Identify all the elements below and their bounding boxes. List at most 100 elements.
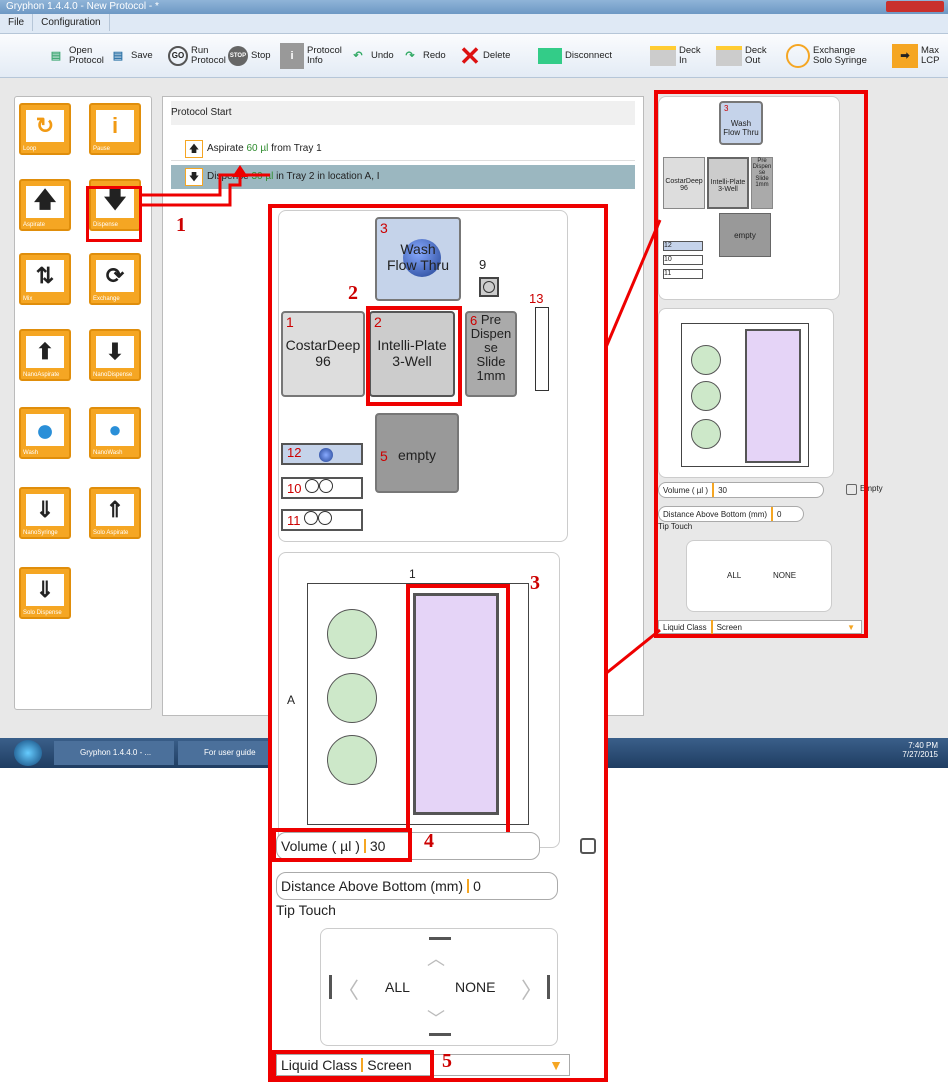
- open-label: Open Protocol: [69, 45, 104, 66]
- info-icon: i: [280, 43, 304, 69]
- zoom-lines: [602, 219, 662, 677]
- mix-icon: ⇅: [26, 260, 64, 292]
- tool-solo-dispense-label: Solo Dispense: [23, 610, 62, 616]
- menu-bar: File Configuration: [0, 14, 948, 34]
- run-label: Run Protocol: [191, 45, 226, 66]
- tool-exchange[interactable]: ⟳ Exchange: [89, 253, 141, 305]
- tool-aspirate-label: Aspirate: [23, 222, 46, 228]
- aspirate-icon: 🡅: [26, 186, 64, 218]
- tool-wash-label: Wash: [23, 450, 39, 456]
- tool-solo-dispense[interactable]: ⇓ Solo Dispense: [19, 567, 71, 619]
- toolbar: ▤ Open Protocol ▤ Save GO Run Protocol STOP…: [0, 34, 948, 78]
- stop-icon: STOP: [228, 46, 248, 66]
- taskbar-folder[interactable]: For user guide: [178, 741, 272, 765]
- nanodispense-icon: ⬇: [96, 336, 134, 368]
- loop-icon: ↻: [26, 110, 64, 142]
- redo-icon: ↷: [405, 50, 415, 62]
- tool-nanowash-label: NanoWash: [93, 450, 123, 456]
- menu-file[interactable]: File: [0, 14, 34, 31]
- callout-arrow: [142, 165, 270, 207]
- title-bar: Gryphon 1.4.4.0 - New Protocol - *: [0, 0, 948, 14]
- tool-nanowash[interactable]: ● NanoWash: [89, 407, 141, 459]
- open-icon: ▤: [50, 50, 62, 62]
- exchange-solo-button[interactable]: Exchange Solo Syringe: [786, 42, 867, 70]
- protocol-start: Protocol Start: [171, 101, 635, 125]
- tool-mix[interactable]: ⇅ Mix: [19, 253, 71, 305]
- deck-in-icon: [650, 46, 676, 66]
- tool-nanodispense[interactable]: ⬇ NanoDispense: [89, 329, 141, 381]
- redo-button[interactable]: ↷ Redo: [400, 42, 446, 70]
- nanoaspirate-icon: ⬆: [26, 336, 64, 368]
- run-protocol-button[interactable]: GO Run Protocol: [168, 42, 226, 70]
- redo-label: Redo: [423, 50, 446, 61]
- taskbar-gryphon[interactable]: Gryphon 1.4.4.0 - ...: [54, 741, 174, 765]
- clock: 7:40 PM 7/27/2015: [902, 741, 938, 759]
- tool-wash[interactable]: ● Wash: [19, 407, 71, 459]
- aspirate-volume: 60 µl: [246, 143, 269, 154]
- aspirate-post: from Tray 1: [268, 143, 322, 154]
- exchange-icon: [786, 44, 810, 68]
- save-button[interactable]: ▤ Save: [108, 42, 153, 70]
- tool-solo-aspirate[interactable]: ⇑ Solo Aspirate: [89, 487, 141, 539]
- start-button[interactable]: [14, 740, 42, 766]
- dispense-highlight-box: [86, 186, 142, 242]
- tool-pause[interactable]: i Pause: [89, 103, 141, 155]
- tool-loop-label: Loop: [23, 146, 37, 152]
- deck-in-button[interactable]: Deck In: [650, 42, 701, 70]
- tool-loop[interactable]: ↻ Loop: [19, 103, 71, 155]
- stop-label: Stop: [251, 50, 271, 61]
- go-icon: GO: [168, 46, 188, 66]
- max-lcp-icon: ➡: [892, 44, 918, 68]
- max-lcp-label: Max LCP: [921, 45, 940, 66]
- window-controls[interactable]: [886, 1, 944, 12]
- zoom-highlight-frame: [268, 204, 608, 1082]
- tool-nanodispense-label: NanoDispense: [93, 372, 133, 378]
- delete-label: Delete: [483, 50, 511, 61]
- tool-pause-label: Pause: [93, 146, 111, 152]
- deck-in-label: Deck In: [679, 45, 701, 66]
- open-protocol-button[interactable]: ▤ Open Protocol: [46, 42, 104, 70]
- stop-button[interactable]: STOP Stop: [228, 42, 271, 70]
- solo-dispense-icon: ⇓: [26, 574, 64, 606]
- pause-icon: i: [96, 110, 134, 142]
- callout-1: 1: [176, 214, 186, 236]
- tool-solo-aspirate-label: Solo Aspirate: [93, 530, 129, 536]
- aspirate-pre: Aspirate: [207, 143, 247, 154]
- tool-nanosyringe[interactable]: ⇓ NanoSyringe: [19, 487, 71, 539]
- tool-aspirate[interactable]: 🡅 Aspirate: [19, 179, 71, 231]
- tool-nanoaspirate[interactable]: ⬆ NanoAspirate: [19, 329, 71, 381]
- dispense-post: in Tray 2 in location A, I: [273, 171, 380, 182]
- undo-button[interactable]: ↶ Undo: [348, 42, 394, 70]
- window-title: Gryphon 1.4.4.0 - New Protocol - *: [6, 1, 159, 12]
- aspirate-step-icon: 🡅: [185, 140, 203, 158]
- undo-label: Undo: [371, 50, 394, 61]
- disconnect-button[interactable]: Disconnect: [538, 42, 612, 70]
- protocol-info-button[interactable]: i Protocol Info: [280, 42, 342, 70]
- wash-icon: ●: [26, 412, 64, 448]
- tool-nanosyringe-label: NanoSyringe: [23, 530, 58, 536]
- undo-icon: ↶: [353, 50, 363, 62]
- disconnect-icon: [538, 48, 562, 64]
- deck-out-icon: [716, 46, 742, 66]
- deck-out-label: Deck Out: [745, 45, 767, 66]
- max-lcp-button[interactable]: ➡ Max LCP: [892, 42, 939, 70]
- mini-highlight-box: [654, 90, 868, 638]
- save-icon: ▤: [112, 50, 124, 62]
- nanosyringe-icon: ⇓: [26, 494, 64, 526]
- delete-icon: ✕: [459, 41, 481, 71]
- step-aspirate[interactable]: 🡅 Aspirate 60 µl from Tray 1: [171, 137, 635, 161]
- clock-date: 7/27/2015: [902, 750, 938, 759]
- tool-mix-label: Mix: [23, 296, 33, 302]
- delete-button[interactable]: ✕ Delete: [459, 41, 511, 71]
- deck-out-button[interactable]: Deck Out: [716, 42, 767, 70]
- info-label: Protocol Info: [307, 45, 342, 66]
- tool-nanoaspirate-label: NanoAspirate: [23, 372, 60, 378]
- disconnect-label: Disconnect: [565, 50, 612, 61]
- nanowash-icon: ●: [96, 414, 134, 446]
- solo-aspirate-icon: ⇑: [96, 494, 134, 526]
- menu-configuration[interactable]: Configuration: [33, 14, 110, 31]
- exchange-label: Exchange Solo Syringe: [813, 45, 867, 66]
- clock-time: 7:40 PM: [908, 741, 938, 750]
- tool-exchange-label: Exchange: [93, 296, 120, 302]
- exchange-tool-icon: ⟳: [96, 260, 134, 292]
